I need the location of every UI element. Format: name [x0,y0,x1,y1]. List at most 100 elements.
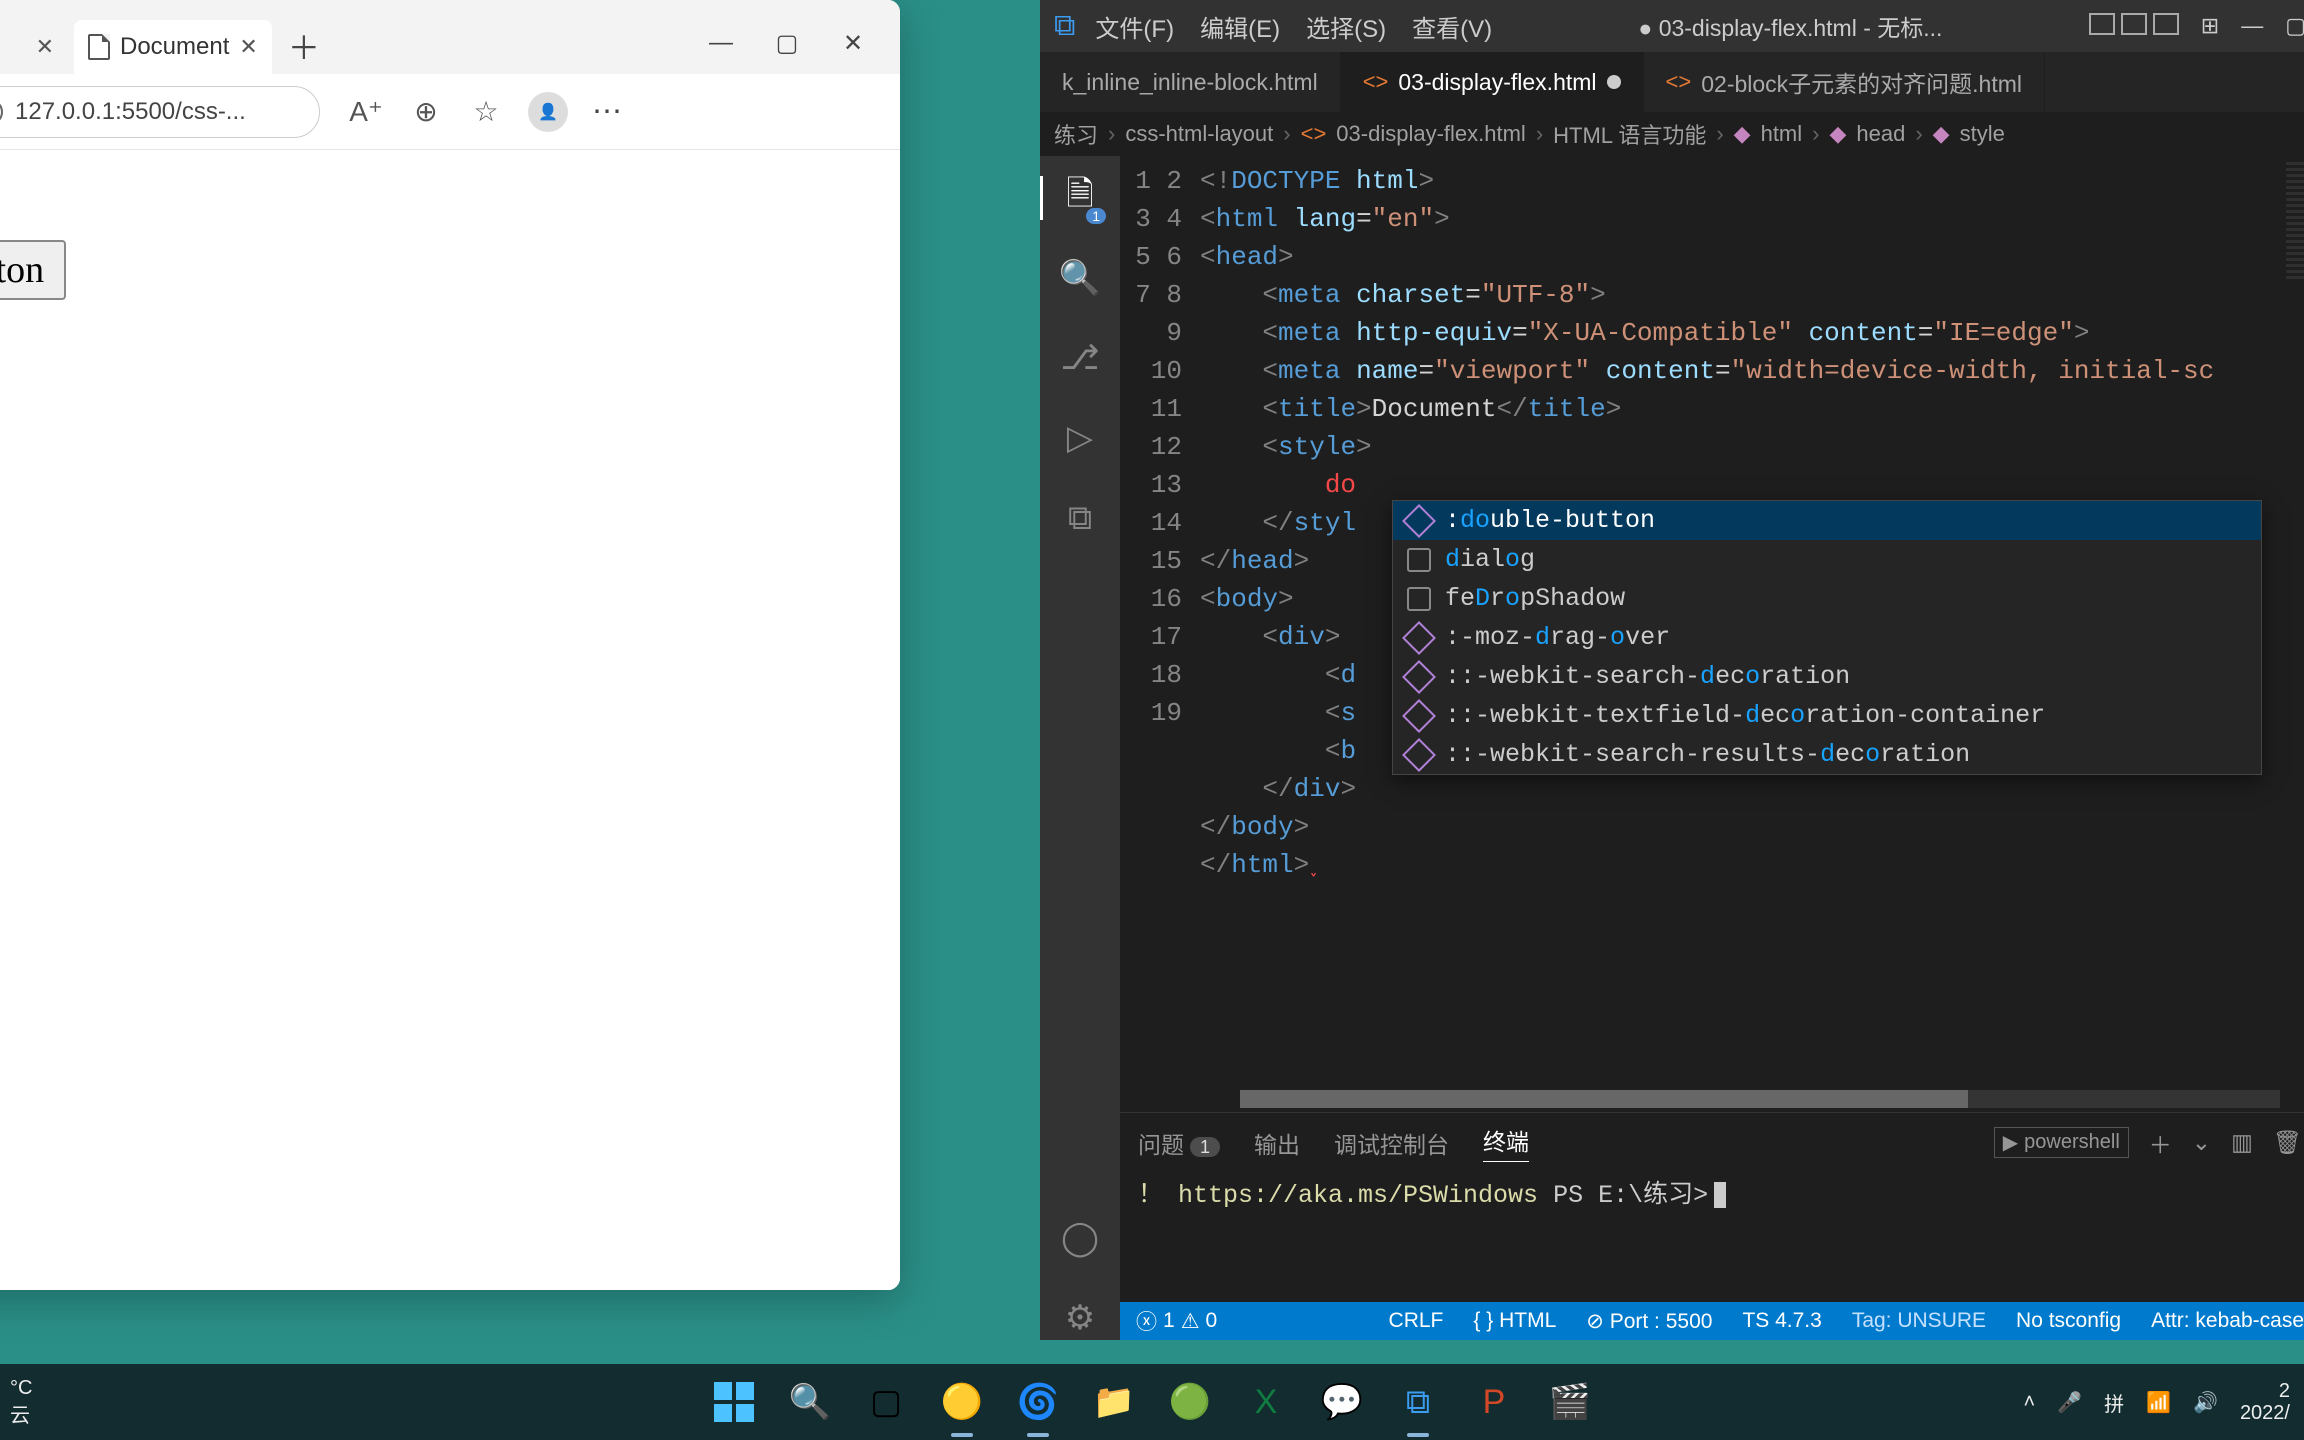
editor-tab[interactable]: k_inline_inline-block.html [1040,52,1341,112]
excel-icon[interactable]: X [1237,1373,1295,1431]
code-editor[interactable]: 1 2 3 4 5 6 7 8 9 10 11 12 13 14 15 16 1… [1120,156,2304,1112]
status-lang[interactable]: { } HTML [1473,1309,1556,1333]
horizontal-scrollbar[interactable] [1240,1090,2280,1108]
new-tab-button[interactable]: ＋ [284,26,324,66]
bc-item[interactable]: head [1856,121,1905,147]
profile-avatar[interactable]: 👤 [528,92,568,132]
close-icon[interactable]: ✕ [239,34,257,60]
volume-icon[interactable]: 🔊 [2193,1390,2218,1415]
minimap[interactable] [2286,162,2304,282]
start-button[interactable] [705,1373,763,1431]
bottom-panel: 问题1 输出 调试控制台 终端 ▶ powershell ＋ ⌄ ▥ 🗑 ！ h… [1120,1112,2304,1302]
panel-tabs: 问题1 输出 调试控制台 终端 ▶ powershell ＋ ⌄ ▥ 🗑 [1120,1113,2304,1172]
bc-item[interactable]: css-html-layout [1125,121,1273,147]
vscode-titlebar: ⧉ 文件(F) 编辑(E) 选择(S) 查看(V) ● 03-display-f… [1040,0,2304,52]
file-explorer-icon[interactable]: 📁 [1085,1373,1143,1431]
zoom-icon[interactable]: ⊕ [408,94,444,130]
panel-tab-terminal[interactable]: 终端 [1483,1123,1529,1162]
minimize-icon[interactable]: — [2241,13,2263,39]
bc-item[interactable]: HTML 语言功能 [1553,118,1706,150]
favorite-icon[interactable]: ☆ [468,94,504,130]
terminal-shell-select[interactable]: ▶ powershell [1994,1127,2129,1158]
suggest-item[interactable]: ::-webkit-search-decoration [1393,657,2261,696]
wechat-icon[interactable]: 💬 [1313,1373,1371,1431]
snippet-icon [1407,587,1431,611]
bc-item[interactable]: 03-display-flex.html [1336,121,1526,147]
source-control-icon[interactable]: ⎇ [1058,336,1102,380]
menu-edit[interactable]: 编辑(E) [1200,9,1280,44]
status-eol[interactable]: CRLF [1389,1309,1444,1333]
suggest-item[interactable]: :double-button [1393,501,2261,540]
menu-view[interactable]: 查看(V) [1412,9,1492,44]
panel-tab-problems[interactable]: 问题1 [1138,1126,1220,1160]
more-menu-icon[interactable]: ⋯ [592,94,624,129]
maximize-icon[interactable]: ▢ [2285,13,2304,39]
search-icon[interactable]: 🔍 [1058,256,1102,300]
suggest-item[interactable]: ::-webkit-search-results-decoration [1393,735,2261,774]
menu-file[interactable]: 文件(F) [1095,9,1174,44]
bc-item[interactable]: html [1761,121,1803,147]
vscode-taskbar-icon[interactable]: ⧉ [1389,1373,1447,1431]
url-input[interactable]: i 127.0.0.1:5500/css-... [0,86,320,138]
close-icon[interactable]: ✕ [838,29,868,58]
demo-button[interactable]: button [0,240,66,300]
tray-overflow-icon[interactable]: ˄ [2024,1391,2036,1414]
breadcrumb[interactable]: 练习› css-html-layout› <> 03-display-flex.… [1040,112,2304,156]
panel-tab-output[interactable]: 输出 [1254,1126,1300,1160]
editor-tab[interactable]: <> 02-block子元素的对齐问题.html [1644,52,2045,112]
weather-widget[interactable]: °C 云 [0,1377,32,1427]
site-info-icon[interactable]: i [0,99,3,125]
terminal-split-dropdown-icon[interactable]: ⌄ [2192,1129,2211,1156]
windows-taskbar: °C 云 🔍 ▢ 🟡 🌀 📁 🟢 X 💬 ⧉ P 🎬 ˄ 🎤 拼 📶 🔊 2 2… [0,1364,2304,1440]
wifi-icon[interactable]: 📶 [2146,1390,2171,1415]
suggest-item[interactable]: ::-webkit-textfield-decoration-container [1393,696,2261,735]
trash-icon[interactable]: 🗑 [2273,1129,2302,1156]
status-tsconfig[interactable]: No tsconfig [2016,1309,2121,1333]
status-attr[interactable]: Attr: kebab-case [2151,1309,2304,1333]
panel-tab-debug[interactable]: 调试控制台 [1334,1126,1449,1160]
terminal-output[interactable]: ！ https://aka.ms/PSWindows PS E:\练习> [1120,1172,2304,1220]
bc-item[interactable]: 练习 [1054,118,1098,150]
account-icon[interactable]: ◯ [1058,1216,1102,1260]
media-app-icon[interactable]: 🎬 [1541,1373,1599,1431]
chrome-icon[interactable]: 🟡 [933,1373,991,1431]
new-terminal-icon[interactable]: ＋ [2149,1126,2172,1160]
browser-tab-document[interactable]: Document ✕ [74,20,272,74]
close-icon[interactable]: ✕ [36,34,54,60]
status-errors[interactable]: ⓧ 1 ⚠ 0 [1136,1306,1217,1336]
layout-customize-icon[interactable]: ⊞ [2201,13,2219,39]
powerpoint-icon[interactable]: P [1465,1373,1523,1431]
minimize-icon[interactable]: — [706,29,736,58]
suggest-item[interactable]: dialog [1393,540,2261,579]
run-debug-icon[interactable]: ▷ [1058,416,1102,460]
suggest-item[interactable]: feDropShadow [1393,579,2261,618]
settings-gear-icon[interactable]: ⚙ [1058,1296,1102,1340]
explorer-icon[interactable]: 🗎1 [1058,176,1102,220]
clock[interactable]: 2 2022/ [2240,1380,2290,1424]
maximize-icon[interactable]: ▢ [772,29,802,58]
tag-icon: ◆ [1829,121,1846,147]
snippet-icon [1402,738,1436,772]
mic-icon[interactable]: 🎤 [2057,1390,2082,1415]
browser-tab-error[interactable]: Error ✕ [0,20,68,74]
ime-icon[interactable]: 拼 [2104,1388,2124,1417]
editor-area: 1 2 3 4 5 6 7 8 9 10 11 12 13 14 15 16 1… [1120,156,2304,1340]
status-ts[interactable]: TS 4.7.3 [1742,1309,1821,1333]
split-terminal-icon[interactable]: ▥ [2231,1129,2253,1156]
suggest-item[interactable]: :-moz-drag-over [1393,618,2261,657]
tab-label: 03-display-flex.html [1398,69,1596,96]
browser-alt-icon[interactable]: 🟢 [1161,1373,1219,1431]
layout-icons[interactable] [2089,13,2179,39]
status-tag[interactable]: Tag: UNSURE [1852,1309,1986,1333]
bc-item[interactable]: style [1960,121,2005,147]
typed-text: do [1325,470,1356,500]
edge-icon[interactable]: 🌀 [1009,1373,1067,1431]
task-view-icon[interactable]: ▢ [857,1373,915,1431]
status-port[interactable]: ⊘ Port : 5500 [1586,1309,1712,1334]
menu-selection[interactable]: 选择(S) [1306,9,1386,44]
extensions-icon[interactable]: ⧉ [1058,496,1102,540]
editor-tab-active[interactable]: <> 03-display-flex.html 1 [1341,52,1644,112]
taskbar-search-icon[interactable]: 🔍 [781,1373,839,1431]
snippet-icon [1407,548,1431,572]
read-aloud-icon[interactable]: A⁺ [348,94,384,130]
